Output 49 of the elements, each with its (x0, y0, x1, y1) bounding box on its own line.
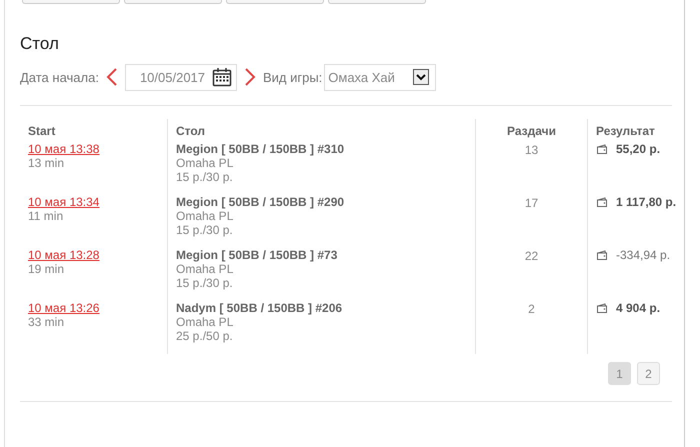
wallet-icon (596, 303, 608, 314)
page-button[interactable]: 2 (637, 362, 660, 385)
duration-text: 13 min (28, 156, 66, 170)
table-cell: 22 (524, 249, 538, 263)
date-field[interactable]: 10/05/2017 (124, 64, 237, 90)
stakes-text: 15 р./30 р. (176, 223, 234, 237)
tab-button[interactable] (22, 0, 120, 4)
dropdown-icon (413, 69, 430, 85)
column-header: Раздачи (475, 119, 587, 142)
wallet-icon (596, 197, 608, 208)
start-link[interactable]: 10 мая 13:34 (28, 195, 100, 209)
game-select[interactable]: Омаха Хай (324, 64, 436, 90)
table-cell: 13 (524, 143, 538, 157)
tab-button[interactable] (226, 0, 324, 4)
table-name: Nadym [ 50BB / 150BB ] #206 (176, 301, 344, 315)
table-cell: 2 (528, 302, 535, 316)
date-label: Дата начала: (20, 70, 99, 84)
duration-text: 11 min (28, 209, 64, 223)
stakes-text: 15 р./30 р. (176, 276, 234, 290)
column-header: Стол (167, 119, 475, 142)
result-amount: -334,94 р. (616, 248, 670, 262)
tab-button[interactable] (124, 0, 222, 4)
game-type: Omaha PL (176, 156, 234, 170)
game-label: Вид игры: (262, 70, 322, 84)
start-link[interactable]: 10 мая 13:38 (28, 142, 100, 156)
table-name: Megion [ 50BB / 150BB ] #310 (176, 142, 346, 156)
result-amount: 4 904 р. (616, 301, 660, 315)
table-name: Megion [ 50BB / 150BB ] #73 (176, 248, 338, 262)
stakes-text: 15 р./30 р. (176, 170, 234, 184)
calendar-icon[interactable] (212, 67, 232, 87)
game-type: Omaha PL (176, 209, 234, 223)
column-header: Результат (587, 119, 676, 142)
tab-button[interactable] (328, 0, 426, 4)
wallet-icon (596, 144, 608, 156)
table-name: Megion [ 50BB / 150BB ] #290 (176, 195, 346, 209)
stakes-text: 25 р./50 р. (176, 329, 234, 343)
duration-text: 19 min (28, 262, 66, 276)
start-link[interactable]: 10 мая 13:28 (28, 248, 100, 262)
column-header: Start (27, 123, 56, 140)
duration-text: 33 min (28, 315, 66, 329)
result-amount: 1 117,80 р. (616, 195, 676, 209)
table-cell: 17 (524, 196, 538, 210)
page-button[interactable]: 1 (608, 362, 631, 385)
section-title: Стол (20, 33, 60, 55)
wallet-icon (596, 250, 608, 262)
game-type: Omaha PL (176, 315, 234, 329)
result-amount: 55,20 р. (616, 142, 660, 156)
game-type: Omaha PL (176, 262, 234, 276)
start-link[interactable]: 10 мая 13:26 (28, 301, 100, 315)
